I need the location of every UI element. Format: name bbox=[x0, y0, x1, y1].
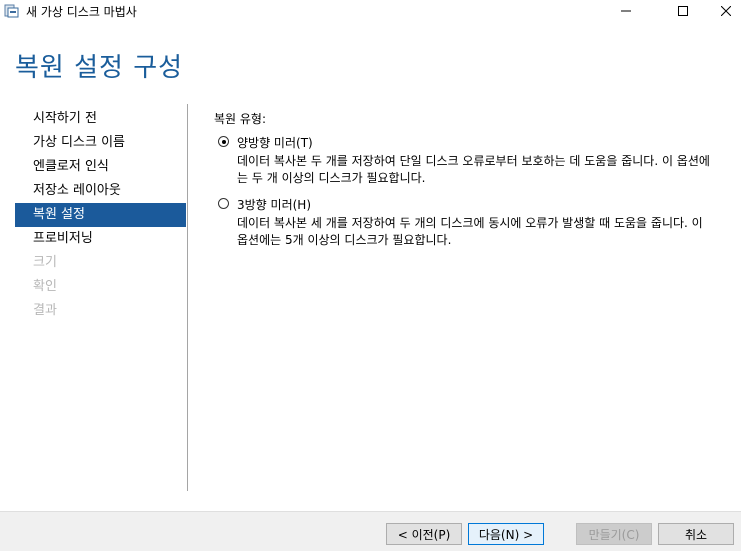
page-title: 복원 설정 구성 bbox=[15, 53, 184, 83]
title-bar: 새 가상 디스크 마법사 bbox=[0, 0, 741, 22]
sidebar-item-confirmation: 확인 bbox=[33, 279, 57, 294]
close-icon bbox=[721, 6, 731, 16]
maximize-icon bbox=[678, 6, 688, 16]
three-way-mirror-radio[interactable] bbox=[218, 198, 229, 209]
next-button[interactable]: 다음(N) > bbox=[468, 523, 544, 545]
close-button[interactable] bbox=[703, 0, 741, 22]
sidebar-item-virtual-disk-name[interactable]: 가상 디스크 이름 bbox=[15, 131, 186, 155]
previous-button[interactable]: < 이전(P) bbox=[386, 523, 462, 545]
sidebar-item-size: 크기 bbox=[33, 255, 57, 270]
sidebar-item-before-you-begin[interactable]: 시작하기 전 bbox=[15, 107, 186, 131]
wizard-steps-sidebar: 시작하기 전 가상 디스크 이름 엔클로저 인식 저장소 레이아웃 복원 설정 … bbox=[15, 107, 186, 323]
minimize-icon bbox=[621, 10, 631, 12]
wizard-footer: < 이전(P) 다음(N) > 만들기(C) 취소 bbox=[0, 511, 741, 551]
sidebar-item-provisioning[interactable]: 프로비저닝 bbox=[15, 227, 186, 251]
maximize-button[interactable] bbox=[660, 0, 706, 22]
create-button: 만들기(C) bbox=[576, 523, 652, 545]
sidebar-item-storage-layout[interactable]: 저장소 레이아웃 bbox=[15, 179, 186, 203]
two-way-mirror-description: 데이터 복사본 두 개를 저장하여 단일 디스크 오류로부터 보호하는 데 도움… bbox=[237, 154, 710, 185]
radio-selected-dot bbox=[221, 139, 226, 144]
minimize-button[interactable] bbox=[603, 0, 649, 22]
disk-wizard-icon bbox=[4, 3, 20, 19]
sidebar-item-enclosure-awareness[interactable]: 엔클로저 인식 bbox=[15, 155, 186, 179]
three-way-mirror-label[interactable]: 3방향 미러(H) bbox=[237, 196, 311, 213]
cancel-button[interactable]: 취소 bbox=[658, 523, 734, 545]
sidebar-divider bbox=[187, 104, 188, 491]
two-way-mirror-radio[interactable] bbox=[218, 136, 229, 147]
sidebar-item-resiliency-settings[interactable]: 복원 설정 bbox=[15, 203, 186, 227]
resiliency-type-label: 복원 유형: bbox=[214, 112, 267, 126]
window-title: 새 가상 디스크 마법사 bbox=[26, 5, 137, 19]
sidebar-item-results: 결과 bbox=[33, 303, 57, 318]
two-way-mirror-label[interactable]: 양방향 미러(T) bbox=[237, 134, 313, 151]
three-way-mirror-description: 데이터 복사본 세 개를 저장하여 두 개의 디스크에 동시에 오류가 발생할 … bbox=[237, 216, 703, 247]
